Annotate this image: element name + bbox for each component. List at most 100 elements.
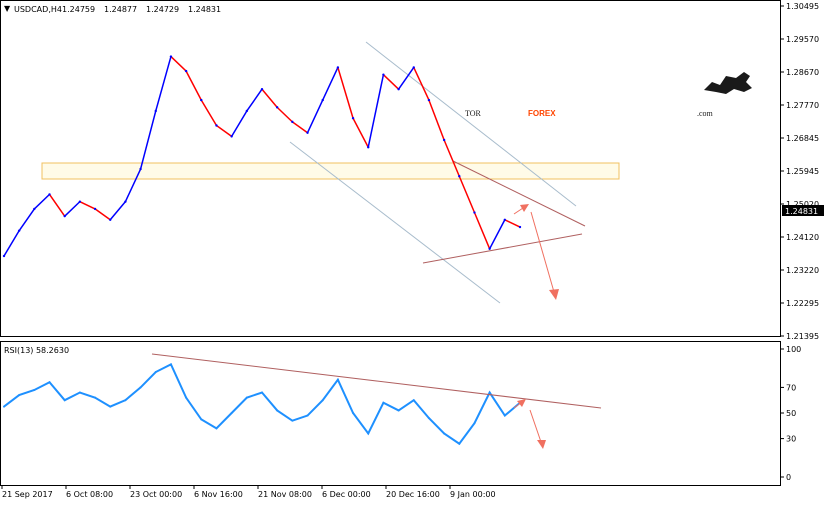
rsi-point [261, 391, 263, 394]
price-point [78, 200, 82, 203]
time-tick-label: 6 Nov 16:00 [194, 490, 243, 499]
rsi-tick-label: 0 [786, 473, 791, 482]
time-tick-label: 9 Jan 00:00 [450, 490, 496, 499]
rsi-point [215, 427, 218, 430]
close-value: 1.24831 [188, 5, 221, 14]
logo-part-com: .com [697, 109, 714, 118]
price-point [124, 200, 127, 203]
rsi-point [139, 386, 142, 389]
rsi-tick-label: 70 [786, 383, 796, 392]
price-point [442, 138, 446, 142]
price-point [230, 135, 233, 138]
price-tick-label: 1.29570 [786, 35, 819, 44]
rsi-point [276, 409, 279, 412]
price-point [93, 207, 97, 211]
price-tick-label: 1.22295 [786, 299, 819, 308]
rsi-point [352, 412, 355, 414]
rsi-axis[interactable]: 100 70 50 30 0 [781, 345, 801, 482]
price-point [367, 146, 370, 149]
rsi-point [48, 381, 51, 384]
price-point [48, 193, 51, 196]
price-point [427, 98, 431, 102]
time-tick-label: 20 Dec 16:00 [386, 490, 440, 499]
rsi-point [503, 414, 506, 417]
rsi-point [488, 391, 491, 394]
rsi-point [397, 409, 400, 412]
rsi-point [124, 399, 127, 402]
rsi-point [200, 418, 203, 421]
time-tick-label: 23 Oct 00:00 [130, 490, 182, 499]
rsi-point [427, 417, 430, 420]
price-point [139, 167, 142, 171]
price-point [215, 124, 218, 127]
price-tick-label: 1.21395 [786, 332, 819, 341]
rsi-point [412, 399, 415, 402]
price-point [518, 225, 522, 229]
price-tick-label: 1.24120 [786, 233, 819, 242]
resistance-zone [41, 162, 620, 180]
rsi-point [443, 432, 446, 435]
price-tick-label: 1.23220 [786, 266, 819, 275]
price-point [488, 247, 491, 250]
header-arrow-icon[interactable]: ▼ [4, 4, 11, 13]
price-point [275, 106, 279, 109]
rsi-point [291, 419, 294, 422]
rsi-point [382, 401, 385, 404]
price-point [109, 218, 112, 221]
time-tick-label: 21 Nov 08:00 [258, 490, 312, 499]
price-point [458, 175, 461, 178]
time-axis[interactable]: 21 Sep 2017 6 Oct 08:00 23 Oct 00:00 6 Nov … [1, 486, 496, 499]
rsi-point [109, 405, 112, 408]
rsi-tick-label: 100 [786, 345, 801, 354]
chart-window[interactable]: ▼ USDCAD,H4 1.24759 1.24877 1.24729 1.24… [0, 0, 824, 504]
price-point [200, 98, 203, 102]
price-point [260, 88, 264, 91]
price-point [17, 229, 21, 232]
price-tick-label: 1.30495 [786, 2, 819, 11]
rsi-point [306, 414, 309, 417]
time-tick-label: 6 Oct 08:00 [66, 490, 113, 499]
price-point [397, 88, 400, 91]
price-point [291, 120, 294, 124]
rsi-point [63, 399, 66, 402]
rsi-point [33, 388, 36, 391]
rsi-point [18, 394, 21, 397]
rsi-point [245, 396, 248, 399]
rsi-point [78, 391, 81, 394]
rsi-tick-label: 50 [786, 409, 796, 418]
price-point [503, 218, 507, 221]
price-point [412, 66, 415, 69]
price-point [321, 98, 324, 102]
price-tick-label: 1.28670 [786, 68, 819, 77]
open-value: 1.24759 [62, 5, 95, 14]
rsi-point [185, 396, 188, 399]
high-value: 1.24877 [104, 5, 137, 14]
price-point [2, 254, 6, 258]
time-tick-label: 21 Sep 2017 [2, 490, 53, 499]
rsi-point [458, 442, 461, 445]
price-point [473, 211, 476, 214]
price-tick-label: 1.25945 [786, 167, 819, 176]
rsi-panel[interactable] [0, 341, 781, 486]
time-tick-label: 6 Dec 00:00 [322, 490, 371, 499]
logo-part-tor: TOR [465, 109, 482, 118]
price-point [351, 117, 355, 120]
rsi-point [3, 405, 5, 408]
price-axis[interactable]: 1.30495 1.29570 1.28670 1.27770 1.26845 1.259… [781, 2, 819, 341]
price-point [184, 69, 188, 73]
price-tick-label: 1.27770 [786, 101, 819, 110]
price-point [336, 66, 340, 69]
price-point [63, 214, 66, 218]
price-point [245, 109, 249, 113]
rsi-point [94, 396, 97, 399]
rsi-point [336, 378, 339, 381]
price-point [382, 73, 385, 76]
price-tick-label: 1.26845 [786, 134, 819, 143]
logo-part-forex: FOREX [528, 109, 556, 118]
price-point [169, 55, 173, 58]
price-point [33, 207, 36, 211]
price-point [154, 109, 157, 113]
symbol-label: USDCAD,H4 [14, 5, 62, 14]
rsi-label: RSI(13) 58.2630 [4, 346, 69, 355]
rsi-point [154, 371, 157, 374]
